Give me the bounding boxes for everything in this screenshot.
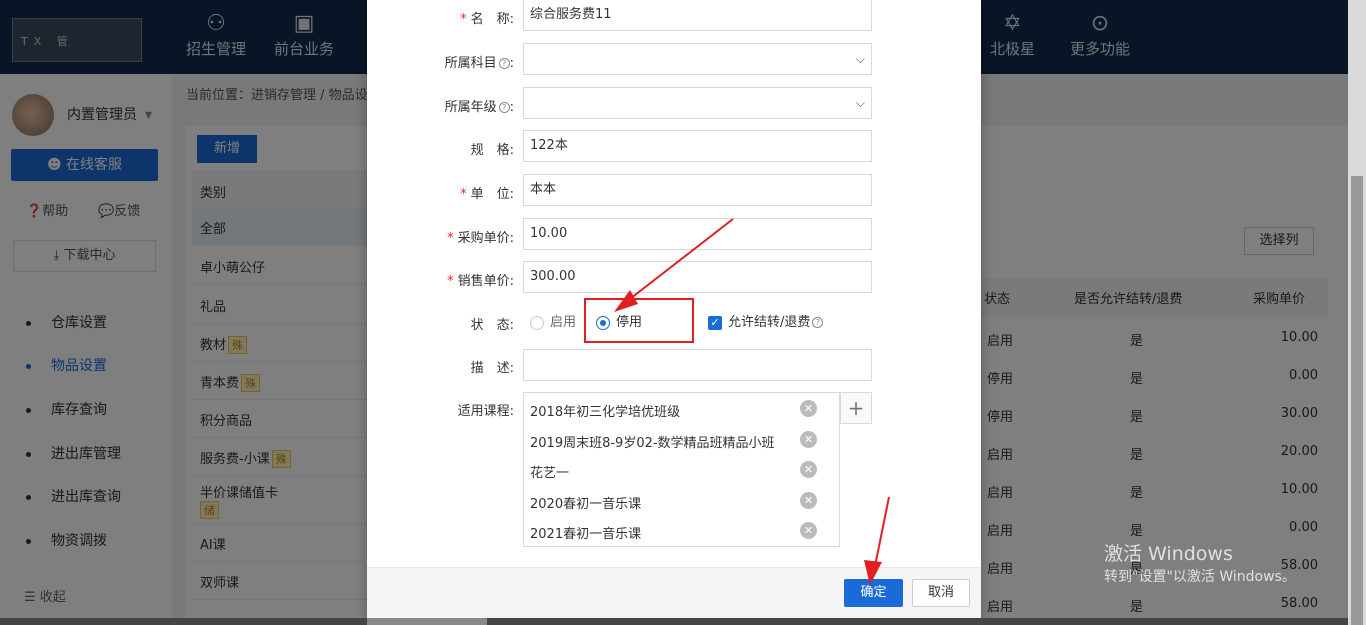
arrow-line-status <box>625 218 734 303</box>
activation-watermark-title: 激活 Windows <box>1104 543 1233 565</box>
annotation-arrows <box>614 218 890 585</box>
scrollbar-thumb[interactable] <box>1351 176 1363 625</box>
activation-watermark-subtitle: 转到"设置"以激活 Windows。 <box>1104 569 1296 585</box>
scrollbar-thumb[interactable] <box>367 618 487 625</box>
vertical-scrollbar[interactable] <box>1348 0 1366 625</box>
arrow-line-confirm <box>873 496 890 572</box>
arrow-head-status <box>614 290 638 312</box>
horizontal-scrollbar[interactable] <box>0 618 1348 625</box>
arrow-head-confirm <box>864 560 882 585</box>
